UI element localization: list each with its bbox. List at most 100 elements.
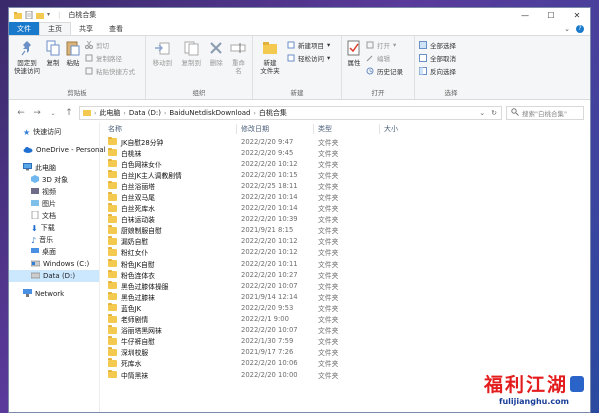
copy-path-button[interactable]: 复制路径 bbox=[85, 53, 135, 63]
table-row[interactable]: 厨娘制服自慰 2021/9/21 8:15 文件夹 bbox=[100, 225, 590, 236]
file-name-cell: 白丝双马尾 bbox=[100, 192, 237, 202]
file-name-cell: 黑色过膝体操服 bbox=[100, 280, 237, 291]
tab-share[interactable]: 共享 bbox=[71, 22, 101, 35]
star-icon: ★ bbox=[23, 127, 31, 137]
new-item-button[interactable]: 新建项目 ▾ bbox=[287, 40, 330, 50]
table-row[interactable]: 白袜运动装 2022/2/20 10:39 文件夹 bbox=[100, 214, 590, 225]
file-name: 死库水 bbox=[121, 360, 142, 369]
back-arrow-icon[interactable]: ← bbox=[15, 108, 27, 118]
nav-music-label: 音乐 bbox=[39, 236, 54, 244]
search-box[interactable]: 搜索"白桃合集" bbox=[506, 106, 584, 120]
nav-3d-objects[interactable]: 3D 对象 bbox=[9, 174, 99, 186]
breadcrumb-data-d[interactable]: Data (D:) bbox=[129, 109, 161, 117]
file-type: 文件夹 bbox=[318, 327, 339, 336]
paste-shortcut-button[interactable]: 粘贴快捷方式 bbox=[85, 66, 135, 76]
nav-windows-c[interactable]: Windows (C:) bbox=[9, 258, 99, 270]
open-button[interactable]: 打开 ▾ bbox=[366, 40, 403, 50]
help-icon[interactable]: ? bbox=[576, 24, 584, 33]
nav-quick-access[interactable]: ★ 快速访问 bbox=[9, 126, 99, 138]
move-to-icon bbox=[154, 39, 170, 57]
table-row[interactable]: 粉色JK自慰 2022/2/20 10:11 文件夹 bbox=[100, 258, 590, 269]
table-row[interactable]: 深圳校服 2021/9/17 7:26 文件夹 bbox=[100, 347, 590, 358]
address-bar[interactable]: › 此电脑 › Data (D:) › BaiduNetdiskDownload… bbox=[79, 106, 502, 120]
open-group: 属性 打开 ▾ 编辑 历史记录 打开 bbox=[342, 36, 415, 99]
table-row[interactable]: 蓝色JK 2022/2/20 9:53 文件夹 bbox=[100, 302, 590, 313]
table-row[interactable]: 老师剧情 2022/2/1 9:00 文件夹 bbox=[100, 314, 590, 325]
column-type[interactable]: 类型 bbox=[314, 124, 380, 134]
tab-file[interactable]: 文件 bbox=[9, 22, 39, 35]
column-size[interactable]: 大小 bbox=[380, 124, 435, 134]
cut-button[interactable]: 剪切 bbox=[85, 40, 135, 50]
address-dropdown-icon[interactable]: ⌄ bbox=[479, 109, 485, 117]
table-row[interactable]: 浴丽塔黑网袜 2022/2/20 10:07 文件夹 bbox=[100, 325, 590, 336]
table-row[interactable]: 白桃袜 2022/2/20 9:45 文件夹 bbox=[100, 147, 590, 158]
nav-videos[interactable]: 视频 bbox=[9, 186, 99, 198]
nav-documents[interactable]: 文档 bbox=[9, 210, 99, 222]
table-row[interactable]: 白丝死库水 2022/2/20 10:14 文件夹 bbox=[100, 203, 590, 214]
maximize-button[interactable]: ☐ bbox=[538, 8, 564, 22]
file-name: 白袜运动装 bbox=[121, 216, 155, 225]
nav-onedrive[interactable]: OneDrive - Personal bbox=[9, 144, 106, 156]
file-type: 文件夹 bbox=[318, 171, 339, 180]
table-row[interactable]: 黑色过膝体操服 2022/2/20 10:07 文件夹 bbox=[100, 280, 590, 291]
table-row[interactable]: 白丝双马尾 2022/2/20 10:14 文件夹 bbox=[100, 191, 590, 202]
new-folder-qa-icon[interactable] bbox=[36, 11, 44, 19]
properties-qa-icon[interactable] bbox=[25, 10, 33, 20]
table-row[interactable]: 粉红女仆 2022/2/20 10:12 文件夹 bbox=[100, 247, 590, 258]
table-row[interactable]: 黑色过膝袜 2021/9/14 12:14 文件夹 bbox=[100, 291, 590, 302]
table-row[interactable]: 白丝浴丽塔 2022/2/25 18:11 文件夹 bbox=[100, 180, 590, 191]
tab-home[interactable]: 主页 bbox=[39, 22, 71, 35]
file-type: 文件夹 bbox=[318, 271, 339, 280]
breadcrumb-current[interactable]: 白桃合集 bbox=[259, 108, 287, 118]
nav-data-d[interactable]: Data (D:) bbox=[9, 270, 99, 282]
copy-label: 复制 bbox=[46, 59, 60, 67]
rename-icon bbox=[230, 39, 246, 57]
nav-this-pc[interactable]: 此电脑 bbox=[9, 162, 99, 174]
new-folder-label: 新建 文件夹 bbox=[260, 59, 280, 75]
collapse-ribbon-icon[interactable]: ⌄ bbox=[564, 25, 570, 33]
select-group-label: 选择 bbox=[444, 89, 458, 97]
copy-icon bbox=[45, 39, 61, 57]
breadcrumb-baidunetdisk[interactable]: BaiduNetdiskDownload bbox=[169, 109, 250, 117]
breadcrumb-this-pc[interactable]: 此电脑 bbox=[99, 108, 120, 118]
scissors-icon bbox=[85, 40, 93, 49]
tab-view[interactable]: 查看 bbox=[101, 22, 131, 35]
table-row[interactable]: 白色网袜女仆 2022/2/20 10:12 文件夹 bbox=[100, 158, 590, 169]
refresh-icon[interactable]: ↻ bbox=[491, 109, 497, 117]
select-none-button[interactable]: 全部取消 bbox=[419, 53, 456, 63]
table-row[interactable]: 死库水 2022/2/20 10:06 文件夹 bbox=[100, 358, 590, 369]
new-group-label: 新建 bbox=[290, 89, 304, 97]
history-button[interactable]: 历史记录 bbox=[366, 66, 403, 76]
nav-desktop-label: 桌面 bbox=[42, 248, 56, 256]
table-row[interactable]: 牛仔裤自慰 2022/1/30 7:59 文件夹 bbox=[100, 336, 590, 347]
table-row[interactable]: 粉色连体衣 2022/2/20 10:27 文件夹 bbox=[100, 269, 590, 280]
invert-selection-button[interactable]: 反向选择 bbox=[419, 66, 456, 76]
column-name[interactable]: 名称 bbox=[100, 124, 237, 134]
up-arrow-icon[interactable]: ↑ bbox=[63, 108, 75, 118]
organize-group-label: 组织 bbox=[192, 89, 206, 97]
nav-music[interactable]: ♪ 音乐 bbox=[9, 234, 99, 246]
nav-desktop[interactable]: 桌面 bbox=[9, 246, 99, 258]
recent-dropdown-icon[interactable]: ⌄ bbox=[47, 110, 59, 117]
minimize-button[interactable]: — bbox=[512, 8, 538, 22]
nav-pictures[interactable]: 图片 bbox=[9, 198, 99, 210]
close-button[interactable]: ✕ bbox=[564, 8, 590, 22]
edit-button[interactable]: 编辑 bbox=[366, 53, 403, 63]
file-name: 漏奶自慰 bbox=[121, 238, 149, 247]
dropdown-icon: ▾ bbox=[393, 41, 397, 49]
qa-dropdown-icon[interactable]: ▾ bbox=[47, 11, 55, 19]
table-row[interactable]: 漏奶自慰 2022/2/20 10:12 文件夹 bbox=[100, 236, 590, 247]
column-date-modified[interactable]: 修改日期 bbox=[237, 124, 314, 134]
easy-access-button[interactable]: 轻松访问 ▾ bbox=[287, 53, 330, 63]
nav-downloads[interactable]: ⬇ 下载 bbox=[9, 222, 99, 234]
folder-icon bbox=[108, 347, 117, 356]
table-row[interactable]: JK自慰28分钟 2022/2/20 9:47 文件夹 bbox=[100, 136, 590, 147]
forward-arrow-icon[interactable]: → bbox=[31, 108, 43, 118]
nav-network[interactable]: Network bbox=[9, 288, 99, 300]
table-row[interactable]: 白丝JK主人调教剧情 2022/2/20 10:15 文件夹 bbox=[100, 169, 590, 180]
nav-data-d-label: Data (D:) bbox=[43, 272, 76, 280]
file-name: 白丝死库水 bbox=[121, 205, 155, 214]
file-date: 2022/2/20 10:14 bbox=[241, 193, 298, 202]
select-all-button[interactable]: 全部选择 bbox=[419, 40, 456, 50]
paste-icon bbox=[65, 39, 81, 57]
